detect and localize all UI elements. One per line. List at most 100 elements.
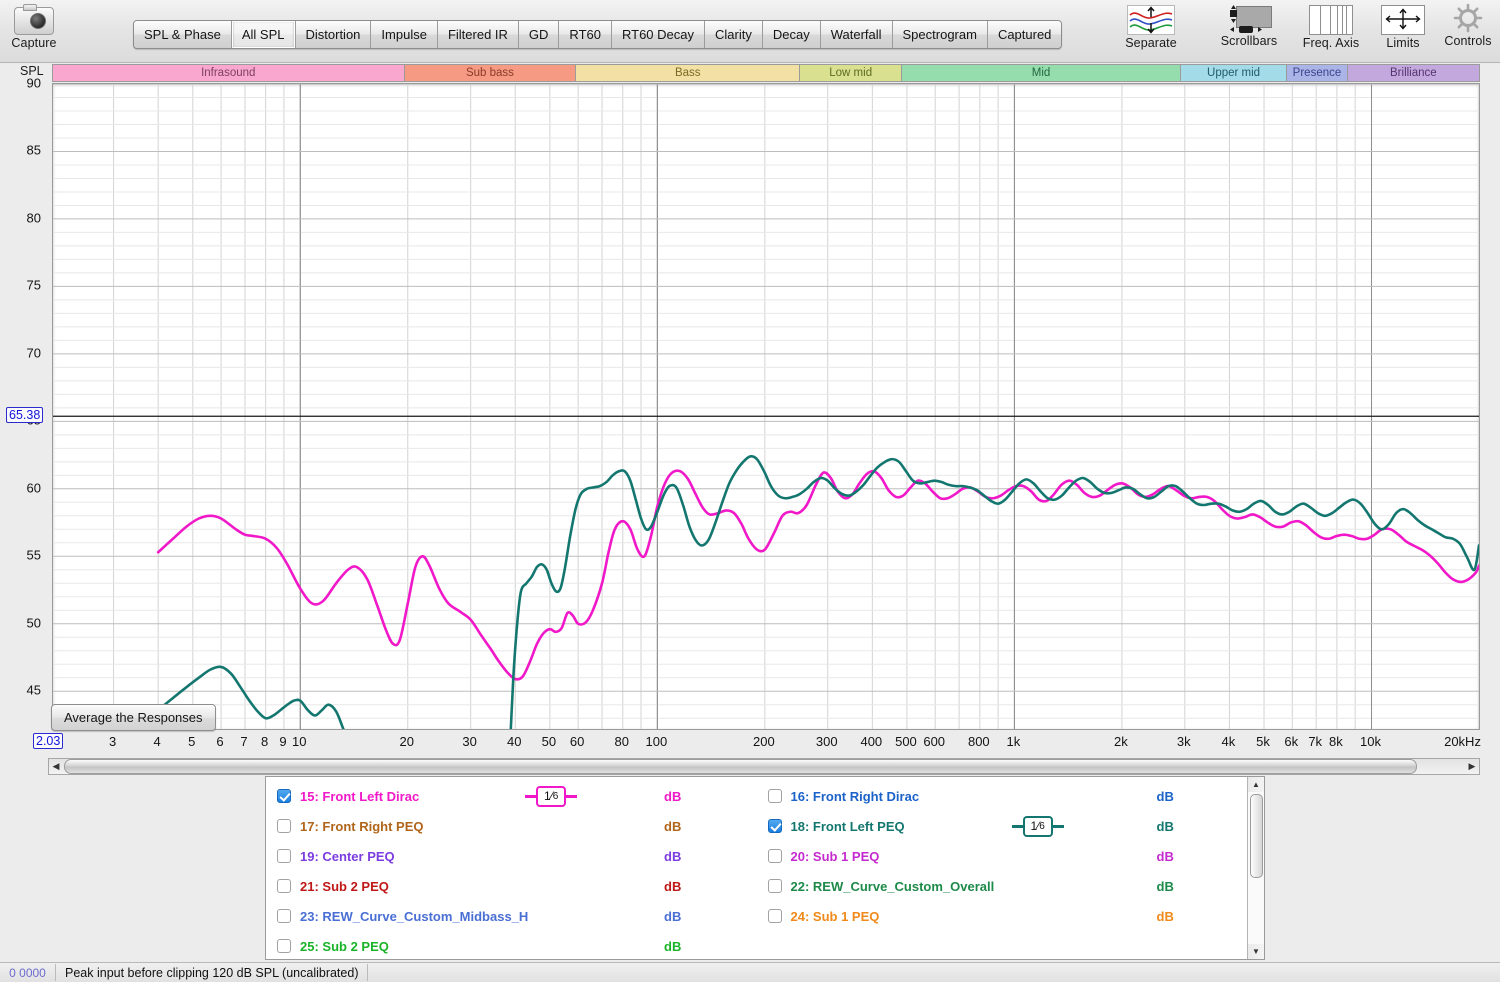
legend-unit-23[interactable]: dB bbox=[664, 909, 681, 924]
y-axis-labels: 9085807570656055504565.38 bbox=[0, 76, 48, 730]
tab-captured[interactable]: Captured bbox=[987, 21, 1062, 48]
legend-row[interactable]: 22: REW_Curve_Custom_Overall dB bbox=[757, 871, 1248, 901]
legend-checkbox-17[interactable] bbox=[277, 819, 291, 833]
legend-unit-20[interactable]: dB bbox=[1157, 849, 1174, 864]
legend-row[interactable]: 17: Front Right PEQ dB bbox=[266, 811, 757, 841]
status-divider-2 bbox=[367, 964, 369, 981]
legend-checkbox-21[interactable] bbox=[277, 879, 291, 893]
y-tick-80: 80 bbox=[26, 210, 41, 226]
legend-row[interactable]: 21: Sub 2 PEQ dB bbox=[266, 871, 757, 901]
legend-checkbox-15[interactable] bbox=[277, 789, 291, 803]
tab-waterfall[interactable]: Waterfall bbox=[820, 21, 893, 48]
y-tick-60: 60 bbox=[26, 480, 41, 496]
scrollbars-label: Scrollbars bbox=[1220, 34, 1278, 48]
frequency-band-strip: Infrasound Sub bass Bass Low mid Mid Upper mi… bbox=[52, 64, 1480, 82]
tab-distortion[interactable]: Distortion bbox=[295, 21, 372, 48]
legend-label-17[interactable]: 17: Front Right PEQ bbox=[300, 819, 424, 834]
tab-rt60[interactable]: RT60 bbox=[559, 21, 612, 48]
tab-rt60-decay[interactable]: RT60 Decay bbox=[611, 21, 705, 48]
limits-button[interactable]: Limits bbox=[1372, 3, 1434, 50]
x-cursor-readout[interactable]: 2.03 bbox=[33, 733, 64, 749]
legend-label-18[interactable]: 18: Front Left PEQ bbox=[791, 819, 905, 834]
camera-lens-icon bbox=[30, 13, 46, 29]
freq-axis-button[interactable]: Freq. Axis bbox=[1292, 3, 1370, 50]
legend-label-15[interactable]: 15: Front Left Dirac bbox=[300, 789, 419, 804]
legend-scroll-thumb[interactable] bbox=[1250, 794, 1263, 878]
scroll-right-arrow-icon[interactable]: ▶ bbox=[1465, 759, 1479, 774]
y-cursor-readout[interactable]: 65.38 bbox=[6, 407, 44, 424]
legend-row[interactable]: 23: REW_Curve_Custom_Midbass_H dB bbox=[266, 901, 757, 931]
legend-label-25[interactable]: 25: Sub 2 PEQ bbox=[300, 939, 389, 954]
legend-label-24[interactable]: 24: Sub 1 PEQ bbox=[791, 909, 880, 924]
legend-checkbox-19[interactable] bbox=[277, 849, 291, 863]
measurement-legend-panel: 15: Front Left Dirac 1 ⁄ 6 dB 17: Front Right… bbox=[265, 776, 1265, 960]
legend-checkbox-22[interactable] bbox=[767, 879, 782, 893]
legend-unit-16[interactable]: dB bbox=[1157, 789, 1174, 804]
legend-row[interactable]: 24: Sub 1 PEQ dB bbox=[757, 901, 1248, 931]
legend-checkbox-25[interactable] bbox=[277, 939, 291, 953]
status-bar: 0 0000 Peak input before clipping 120 dB… bbox=[0, 962, 1500, 982]
legend-checkbox-23[interactable] bbox=[277, 909, 291, 923]
graph-horizontal-scrollbar[interactable]: ◀ ▶ bbox=[48, 758, 1480, 775]
legend-scroll-track[interactable] bbox=[1248, 792, 1264, 944]
legend-vertical-scrollbar[interactable]: ▲ ▼ bbox=[1247, 777, 1264, 959]
x-tick-20: 20 bbox=[399, 734, 414, 749]
legend-scroll-down-icon[interactable]: ▼ bbox=[1248, 944, 1264, 959]
legend-unit-21[interactable]: dB bbox=[664, 879, 681, 894]
smoothing-value[interactable]: 1 ⁄ 6 bbox=[536, 785, 567, 807]
smoothing-value[interactable]: 1 ⁄ 6 bbox=[1022, 815, 1053, 837]
legend-checkbox-18[interactable] bbox=[767, 819, 782, 833]
legend-label-19[interactable]: 19: Center PEQ bbox=[300, 849, 395, 864]
legend-checkbox-24[interactable] bbox=[767, 909, 782, 923]
spl-graph-plot-area[interactable] bbox=[52, 83, 1480, 730]
status-counter: 0 0000 bbox=[9, 965, 46, 980]
tab-spectrogram[interactable]: Spectrogram bbox=[892, 21, 988, 48]
separate-button[interactable]: Separate bbox=[1115, 3, 1187, 50]
legend-row[interactable]: 15: Front Left Dirac 1 ⁄ 6 dB bbox=[266, 781, 757, 811]
tab-decay[interactable]: Decay bbox=[762, 21, 821, 48]
x-tick-800: 800 bbox=[967, 734, 990, 749]
tab-all-spl[interactable]: All SPL bbox=[231, 21, 296, 48]
capture-button[interactable]: Capture bbox=[8, 4, 60, 50]
controls-button[interactable]: Controls bbox=[1435, 2, 1500, 48]
tab-gd[interactable]: GD bbox=[518, 21, 560, 48]
scrollbar-thumb[interactable] bbox=[64, 759, 1417, 774]
camera-icon bbox=[14, 4, 54, 35]
legend-unit-25[interactable]: dB bbox=[664, 939, 681, 954]
scroll-left-arrow-icon[interactable]: ◀ bbox=[49, 759, 63, 774]
legend-label-16[interactable]: 16: Front Right Dirac bbox=[791, 789, 920, 804]
legend-label-20[interactable]: 20: Sub 1 PEQ bbox=[791, 849, 880, 864]
smoothing-control-15[interactable]: 1 ⁄ 6 bbox=[525, 785, 578, 807]
scrollbar-track[interactable] bbox=[1418, 759, 1465, 774]
legend-unit-17[interactable]: dB bbox=[664, 819, 681, 834]
tab-filtered-ir[interactable]: Filtered IR bbox=[437, 21, 519, 48]
legend-label-22[interactable]: 22: REW_Curve_Custom_Overall bbox=[791, 879, 995, 894]
legend-label-21[interactable]: 21: Sub 2 PEQ bbox=[300, 879, 389, 894]
x-tick-400: 400 bbox=[860, 734, 883, 749]
legend-unit-22[interactable]: dB bbox=[1157, 879, 1174, 894]
legend-scroll-up-icon[interactable]: ▲ bbox=[1248, 777, 1264, 792]
y-tick-45: 45 bbox=[26, 682, 41, 698]
legend-row[interactable]: 19: Center PEQ dB bbox=[266, 841, 757, 871]
legend-row[interactable]: 25: Sub 2 PEQ dB bbox=[266, 931, 757, 961]
legend-unit-18[interactable]: dB bbox=[1157, 819, 1174, 834]
scrollbars-button[interactable]: Scrollbars bbox=[1205, 3, 1293, 48]
view-tab-bar[interactable]: SPL & Phase All SPL Distortion Impulse Filte… bbox=[133, 20, 1063, 49]
legend-unit-19[interactable]: dB bbox=[664, 849, 681, 864]
tab-impulse[interactable]: Impulse bbox=[371, 21, 438, 48]
x-tick-10k: 10k bbox=[1360, 734, 1381, 749]
smoothing-control-18[interactable]: 1 ⁄ 6 bbox=[1011, 815, 1064, 837]
x-tick-6k: 6k bbox=[1284, 734, 1299, 749]
legend-checkbox-16[interactable] bbox=[767, 789, 782, 803]
tab-spl-phase[interactable]: SPL & Phase bbox=[134, 21, 232, 48]
legend-checkbox-20[interactable] bbox=[767, 849, 782, 863]
legend-unit-24[interactable]: dB bbox=[1157, 909, 1174, 924]
legend-row[interactable]: 18: Front Left PEQ 1 ⁄ 6 dB bbox=[757, 811, 1248, 841]
legend-row[interactable]: 20: Sub 1 PEQ dB bbox=[757, 841, 1248, 871]
legend-unit-15[interactable]: dB bbox=[664, 789, 681, 804]
tab-clarity[interactable]: Clarity bbox=[705, 21, 763, 48]
legend-row[interactable]: 16: Front Right Dirac dB bbox=[757, 781, 1248, 811]
limits-arrows-icon bbox=[1381, 5, 1425, 35]
average-responses-button[interactable]: Average the Responses bbox=[51, 704, 216, 731]
legend-label-23[interactable]: 23: REW_Curve_Custom_Midbass_H bbox=[300, 909, 528, 924]
